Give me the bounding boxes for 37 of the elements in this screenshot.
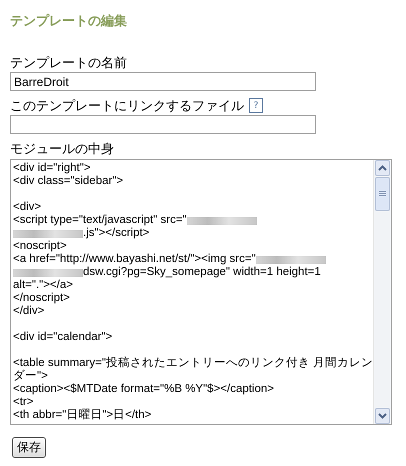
code-text: </div> xyxy=(13,305,44,318)
help-button[interactable]: ? xyxy=(249,98,263,113)
code-text: <caption><$MTDate format="%B %Y"$></caption> xyxy=(13,383,274,396)
code-text: <noscript> xyxy=(13,240,67,253)
code-text: <th abbr="日曜日">日</th> xyxy=(13,409,152,422)
text-field[interactable]: BarreDroit xyxy=(10,72,316,91)
caret-up-icon xyxy=(378,165,387,171)
redacted-text xyxy=(256,256,326,264)
code-text: <div id="right"> xyxy=(13,162,91,175)
code-text: <script type="text/javascript" src=" xyxy=(13,214,187,227)
code-text: dsw.cgi?pg=Sky_somepage" width=1 height=1 xyxy=(83,266,321,279)
code-text: </noscript> xyxy=(13,292,70,305)
code-text: <tr> xyxy=(13,396,34,409)
scroll-thumb[interactable] xyxy=(375,177,390,211)
code-text: <div> xyxy=(13,201,42,214)
scroll-up-button[interactable] xyxy=(375,160,390,176)
code-text: ダー"> xyxy=(13,370,48,383)
grip-icon xyxy=(379,191,386,197)
field-label: テンプレートの名前 xyxy=(10,54,127,72)
redacted-text xyxy=(186,216,257,224)
field-label: このテンプレートにリンクするファイル xyxy=(10,98,244,114)
redacted-text xyxy=(13,268,83,276)
page-heading: テンプレートの編集 xyxy=(10,12,127,30)
code-text: .js"></script> xyxy=(83,227,150,240)
caret-down-icon xyxy=(378,413,387,419)
code-text: <div class="sidebar"> xyxy=(13,175,124,188)
code-editor[interactable] xyxy=(10,159,392,425)
scrollbar[interactable] xyxy=(373,160,391,424)
code-text: alt="."></a> xyxy=(13,279,73,292)
code-text: <div id="calendar"> xyxy=(13,331,112,344)
redacted-text xyxy=(13,230,83,238)
text-field[interactable] xyxy=(10,115,316,134)
scroll-down-button[interactable] xyxy=(375,408,390,424)
field-label: モジュールの中身 xyxy=(10,140,114,158)
save-button[interactable]: 保存 xyxy=(12,437,46,458)
code-text: <a href="http://www.bayashi.net/st/"><img src=" xyxy=(13,253,256,266)
code-text: <table summary="投稿されたエントリーへのリンク付き 月間カレン xyxy=(13,357,373,370)
